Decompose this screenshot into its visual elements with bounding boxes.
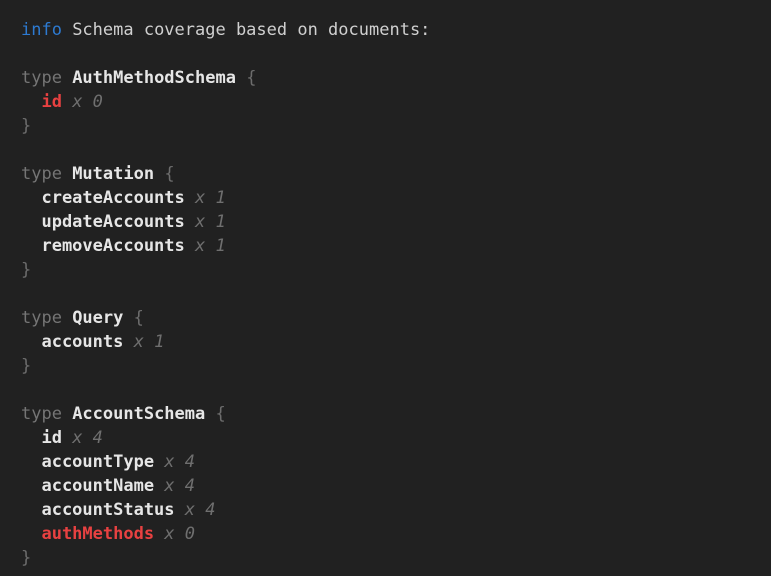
field-line: accountName x 4 <box>21 474 771 498</box>
field-count: x 4 <box>72 428 103 448</box>
field-name-authmethods: authMethods <box>41 524 154 544</box>
close-brace: } <box>21 548 31 568</box>
field-count: x 1 <box>195 188 226 208</box>
info-tag: info <box>21 20 62 40</box>
type-open-line: type Query { <box>21 306 771 330</box>
close-brace: } <box>21 356 31 376</box>
type-open-line: type AuthMethodSchema { <box>21 66 771 90</box>
blank-line <box>21 282 771 306</box>
field-count: x 4 <box>164 452 195 472</box>
field-name-removeaccounts: removeAccounts <box>41 236 184 256</box>
field-count: x 0 <box>72 92 103 112</box>
blank-line <box>21 378 771 402</box>
close-brace-line: } <box>21 546 771 570</box>
field-name-accounttype: accountType <box>41 452 154 472</box>
field-line: id x 4 <box>21 426 771 450</box>
field-line: updateAccounts x 1 <box>21 210 771 234</box>
field-name-id: id <box>41 428 61 448</box>
field-count: x 4 <box>164 476 195 496</box>
type-keyword: type <box>21 164 62 184</box>
field-count: x 1 <box>134 332 165 352</box>
close-brace: } <box>21 260 31 280</box>
type-name-accountschema: AccountSchema <box>72 404 205 424</box>
field-count: x 1 <box>195 212 226 232</box>
open-brace: { <box>215 404 225 424</box>
open-brace: { <box>246 68 256 88</box>
field-line: removeAccounts x 1 <box>21 234 771 258</box>
close-brace-line: } <box>21 354 771 378</box>
type-keyword: type <box>21 68 62 88</box>
type-name-mutation: Mutation <box>72 164 154 184</box>
type-keyword: type <box>21 308 62 328</box>
field-name-accountstatus: accountStatus <box>41 500 174 520</box>
field-name-updateaccounts: updateAccounts <box>41 212 184 232</box>
type-open-line: type Mutation { <box>21 162 771 186</box>
field-line: createAccounts x 1 <box>21 186 771 210</box>
field-line: authMethods x 0 <box>21 522 771 546</box>
type-name-query: Query <box>72 308 123 328</box>
type-open-line: type AccountSchema { <box>21 402 771 426</box>
close-brace-line: } <box>21 114 771 138</box>
terminal-output: infoSchema coverage based on documents: … <box>0 0 771 576</box>
close-brace: } <box>21 116 31 136</box>
field-line: accountType x 4 <box>21 450 771 474</box>
field-name-accountname: accountName <box>41 476 154 496</box>
field-line: accounts x 1 <box>21 330 771 354</box>
field-line: accountStatus x 4 <box>21 498 771 522</box>
open-brace: { <box>164 164 174 184</box>
open-brace: { <box>134 308 144 328</box>
field-name-createaccounts: createAccounts <box>41 188 184 208</box>
field-count: x 4 <box>185 500 216 520</box>
type-name-authmethodschema: AuthMethodSchema <box>72 68 236 88</box>
type-keyword: type <box>21 404 62 424</box>
field-count: x 0 <box>164 524 195 544</box>
field-name-id: id <box>41 92 61 112</box>
close-brace-line: } <box>21 258 771 282</box>
field-name-accounts: accounts <box>41 332 123 352</box>
blank-line <box>21 42 771 66</box>
coverage-header-line: info Schema coverage based on documents: <box>21 18 771 42</box>
field-count: x 1 <box>195 236 226 256</box>
field-line: id x 0 <box>21 90 771 114</box>
blank-line <box>21 138 771 162</box>
coverage-header-message: Schema coverage based on documents: <box>72 20 430 40</box>
